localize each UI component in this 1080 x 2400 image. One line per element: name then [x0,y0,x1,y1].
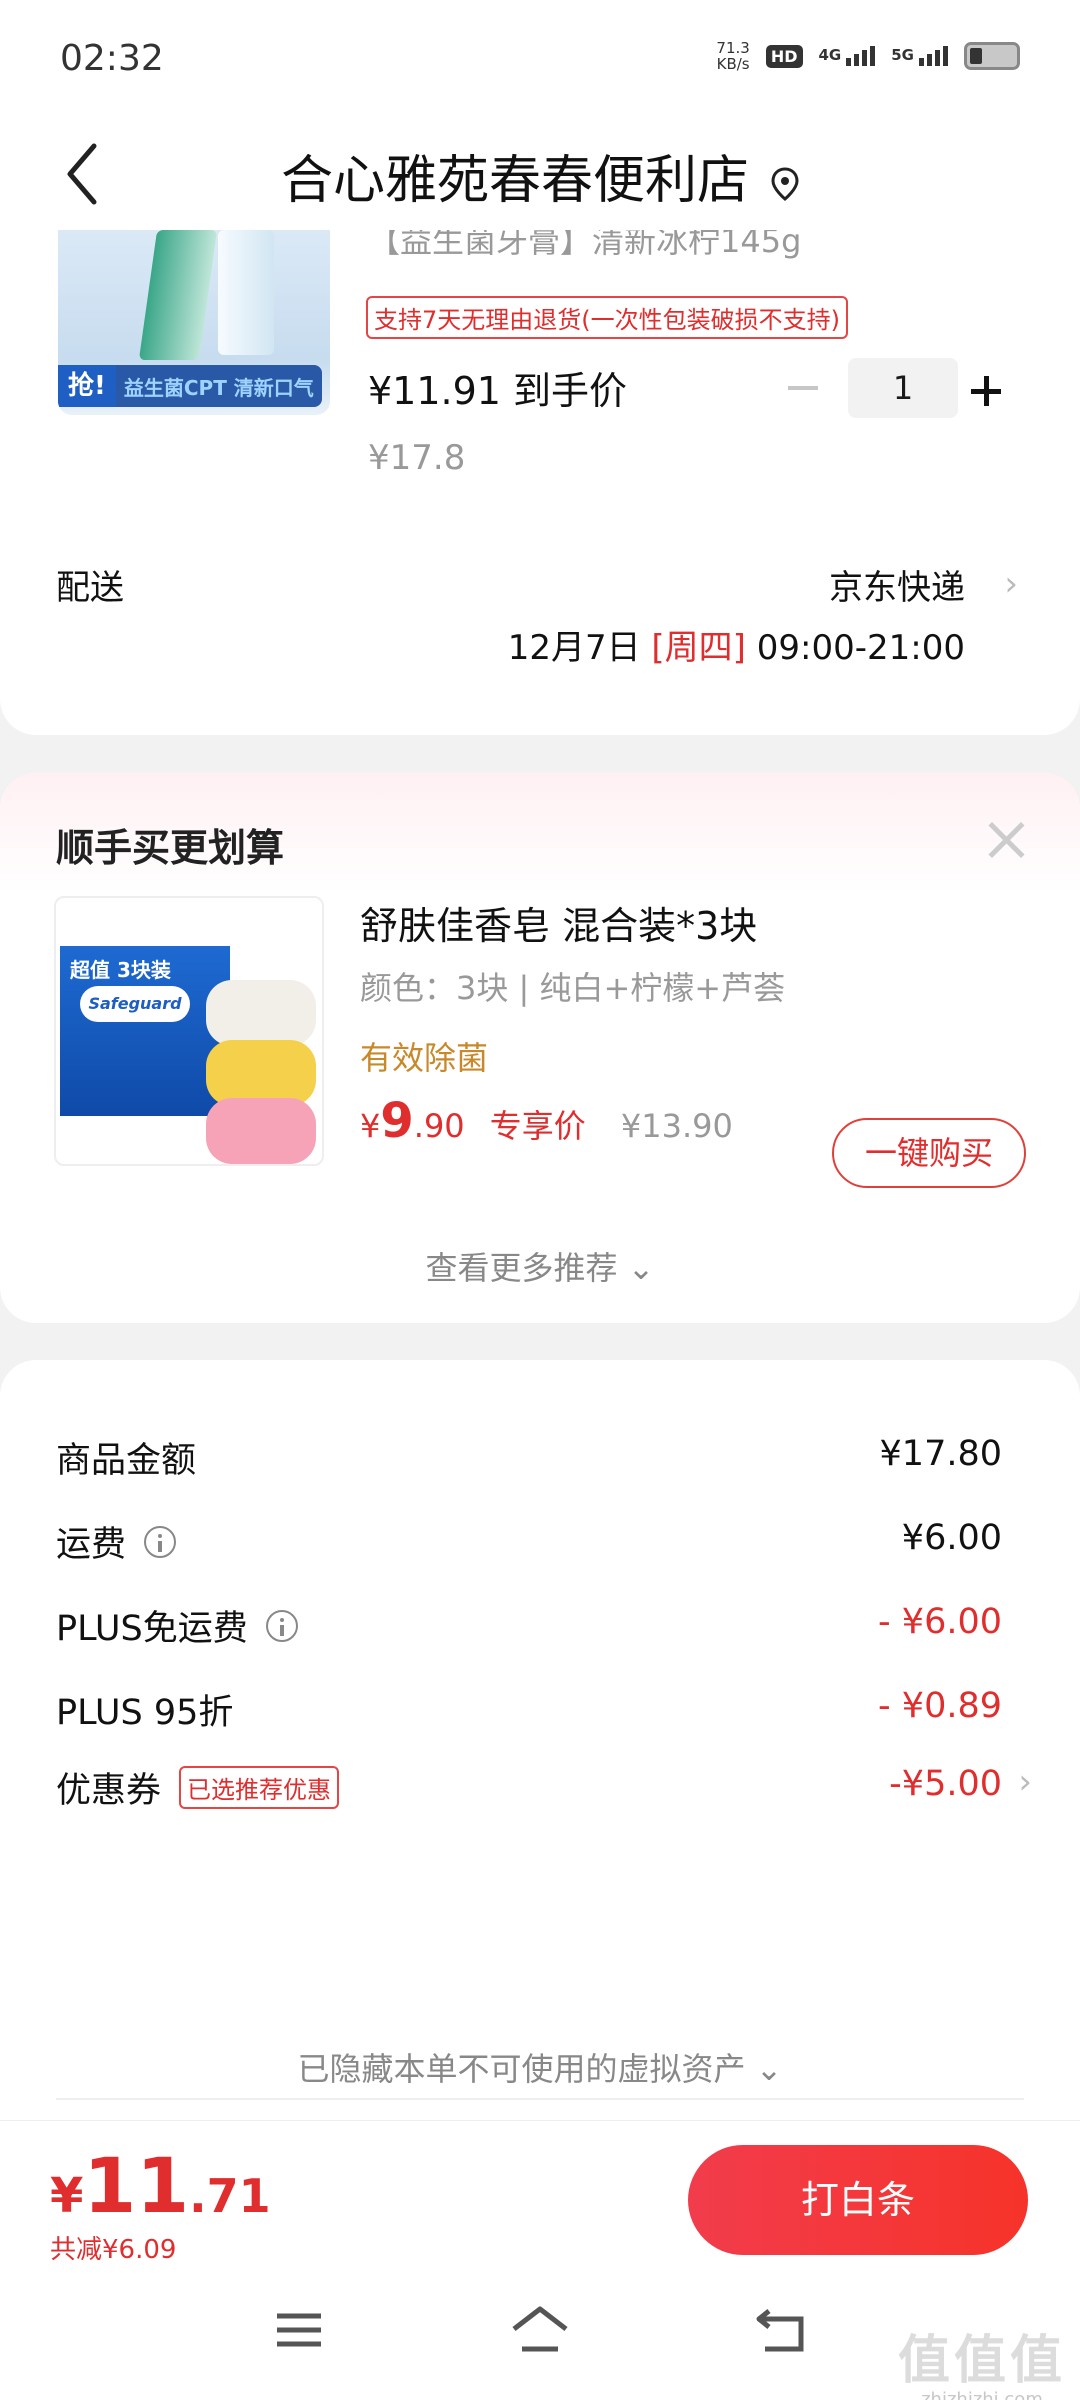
menu-icon [277,2313,321,2347]
final-price: ¥11.91 到手价 [368,369,628,413]
recommend-product-image[interactable]: 超值 3块装 Safeguard [54,896,324,1166]
menu-button[interactable] [264,2300,334,2360]
checkout-bar: ¥11.71 共减¥6.09 打白条 [0,2120,1080,2265]
status-bar: 02:32 71.3 KB/s HD 4G 5G [0,0,1080,120]
one-click-buy-button[interactable]: 一键购买 [832,1118,1026,1188]
summary-row-coupon[interactable]: 优惠券 已选推荐优惠 -¥5.00 › [56,1762,1032,1822]
home-icon [512,2306,568,2352]
summary-row-plus-discount: PLUS 95折 - ¥0.89 [56,1686,1002,1733]
price-summary-card: 商品金额 ¥17.80 运费 ¥6.00 PLUS免运费 - ¥6.00 PLU… [0,1360,1080,2120]
divider [56,2098,1024,2100]
recommend-title: 顺手买更划算 [56,826,285,870]
hd-icon: HD [765,44,803,68]
store-title[interactable]: 合心雅苑春春便利店 [0,138,1080,213]
recommend-card: 顺手买更划算 超值 3块装 Safeguard 舒肤佳香皂 混合装*3块 颜色：… [0,773,1080,1323]
back-nav-icon [756,2309,804,2352]
hidden-assets-link[interactable]: 已隐藏本单不可使用的虚拟资产 ⌄ [0,2044,1080,2090]
quantity-field[interactable]: 1 [848,358,958,418]
original-price: ¥17.8 [368,438,466,478]
total-price: ¥11.71 [50,2141,271,2230]
refund-policy-badge: 支持7天无理由退货(一次性包装破损不支持) [366,296,848,339]
home-button[interactable] [505,2300,575,2360]
location-pin-icon [771,167,799,201]
battery-icon [964,42,1020,70]
product-image-tag: 抢! 益生菌CPT 清新口气 [58,365,322,407]
status-time: 02:32 [60,38,164,79]
info-icon[interactable] [265,1609,298,1642]
recommend-product-spec: 颜色：3块 | 纯白+柠檬+芦荟 [360,969,786,1007]
minus-icon [788,386,818,390]
order-item-card: 抢! 益生菌CPT 清新口气 【益生菌牙膏】清新冰柠145g 支持7天无理由退货… [0,230,1080,735]
recommend-product-name[interactable]: 舒肤佳香皂 混合装*3块 [360,895,757,950]
recommend-price: ¥9.90 专享价 ¥13.90 [360,1093,733,1149]
page-header: 合心雅苑春春便利店 [0,120,1080,230]
info-icon[interactable] [144,1525,177,1558]
decrease-button[interactable] [778,358,828,418]
signal-5g-icon: 5G [891,46,948,66]
chevron-right-icon[interactable]: › [1018,1762,1032,1802]
coupon-badge: 已选推荐优惠 [179,1766,340,1809]
recommend-product-tag: 有效除菌 [360,1039,489,1077]
more-recommendations-link[interactable]: 查看更多推荐 ⌄ [0,1243,1080,1289]
shipping-method[interactable]: 京东快递 [829,560,965,609]
chevron-right-icon[interactable]: › [1004,564,1018,604]
summary-row-plus-freeship: PLUS免运费 - ¥6.00 [56,1602,1002,1649]
summary-row-shipping: 运费 ¥6.00 [56,1518,1002,1565]
close-icon[interactable] [984,817,1028,861]
signal-4g-icon: 4G [819,46,876,66]
delivery-time[interactable]: 12月7日 [周四] 09:00-21:00 [508,620,965,669]
product-name: 【益生菌牙膏】清新冰柠145g [368,230,802,260]
watermark: 值值值 zhizhizhi.com [897,2331,1066,2400]
increase-button[interactable] [958,358,1018,418]
pay-button[interactable]: 打白条 [688,2145,1028,2255]
summary-row-goods: 商品金额 ¥17.80 [56,1434,1002,1481]
back-nav-button[interactable] [746,2300,816,2360]
network-speed: 71.3 KB/s [716,39,750,73]
product-image[interactable]: 抢! 益生菌CPT 清新口气 [58,230,330,415]
quantity-stepper: 1 [778,358,1018,418]
shipping-label: 配送 [56,568,124,608]
status-icons: 71.3 KB/s HD 4G 5G [716,40,1020,72]
